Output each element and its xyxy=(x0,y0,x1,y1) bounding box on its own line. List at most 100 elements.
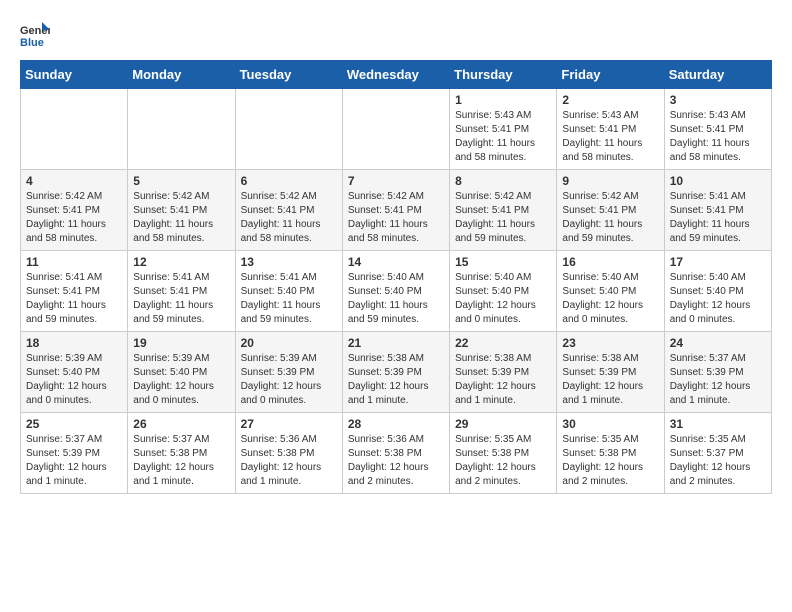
calendar-cell xyxy=(21,89,128,170)
calendar-week-row: 25Sunrise: 5:37 AM Sunset: 5:39 PM Dayli… xyxy=(21,413,772,494)
day-number: 21 xyxy=(348,336,444,350)
day-info: Sunrise: 5:38 AM Sunset: 5:39 PM Dayligh… xyxy=(562,352,658,408)
day-number: 3 xyxy=(670,93,766,107)
day-info: Sunrise: 5:43 AM Sunset: 5:41 PM Dayligh… xyxy=(670,109,766,165)
logo: GeneralBlue xyxy=(20,20,50,50)
day-number: 10 xyxy=(670,174,766,188)
day-info: Sunrise: 5:43 AM Sunset: 5:41 PM Dayligh… xyxy=(562,109,658,165)
day-number: 28 xyxy=(348,417,444,431)
calendar-cell xyxy=(128,89,235,170)
day-number: 27 xyxy=(241,417,337,431)
calendar-cell: 14 Sunrise: 5:40 AM Sunset: 5:40 PM Dayli… xyxy=(342,251,449,332)
calendar-cell: 28Sunrise: 5:36 AM Sunset: 5:38 PM Dayli… xyxy=(342,413,449,494)
weekday-header-wednesday: Wednesday xyxy=(342,61,449,89)
calendar-cell: 20 Sunrise: 5:39 AM Sunset: 5:39 PM Dayli… xyxy=(235,332,342,413)
day-info: Sunrise: 5:39 AM Sunset: 5:40 PM Dayligh… xyxy=(26,352,122,408)
day-number: 30 xyxy=(562,417,658,431)
weekday-header-sunday: Sunday xyxy=(21,61,128,89)
day-number: 22 xyxy=(455,336,551,350)
weekday-header-friday: Friday xyxy=(557,61,664,89)
day-number: 14 xyxy=(348,255,444,269)
calendar-cell: 19 Sunrise: 5:39 AM Sunset: 5:40 PM Dayli… xyxy=(128,332,235,413)
day-number: 29 xyxy=(455,417,551,431)
day-info: Sunrise: 5:42 AM Sunset: 5:41 PM Dayligh… xyxy=(133,190,229,246)
calendar-cell: 8Sunrise: 5:42 AM Sunset: 5:41 PM Daylig… xyxy=(450,170,557,251)
weekday-header-saturday: Saturday xyxy=(664,61,771,89)
day-number: 18 xyxy=(26,336,122,350)
day-number: 5 xyxy=(133,174,229,188)
calendar-cell: 24 Sunrise: 5:37 AM Sunset: 5:39 PM Dayli… xyxy=(664,332,771,413)
calendar-cell: 5 Sunrise: 5:42 AM Sunset: 5:41 PM Daylig… xyxy=(128,170,235,251)
calendar-table: SundayMondayTuesdayWednesdayThursdayFrid… xyxy=(20,60,772,494)
weekday-header-thursday: Thursday xyxy=(450,61,557,89)
day-info: Sunrise: 5:40 AM Sunset: 5:40 PM Dayligh… xyxy=(670,271,766,327)
day-info: Sunrise: 5:35 AM Sunset: 5:37 PM Dayligh… xyxy=(670,433,766,489)
day-info: Sunrise: 5:35 AM Sunset: 5:38 PM Dayligh… xyxy=(455,433,551,489)
calendar-cell: 3 Sunrise: 5:43 AM Sunset: 5:41 PM Daylig… xyxy=(664,89,771,170)
calendar-cell: 30Sunrise: 5:35 AM Sunset: 5:38 PM Dayli… xyxy=(557,413,664,494)
calendar-cell: 23 Sunrise: 5:38 AM Sunset: 5:39 PM Dayli… xyxy=(557,332,664,413)
calendar-week-row: 18 Sunrise: 5:39 AM Sunset: 5:40 PM Dayli… xyxy=(21,332,772,413)
day-info: Sunrise: 5:36 AM Sunset: 5:38 PM Dayligh… xyxy=(241,433,337,489)
calendar-cell: 10 Sunrise: 5:41 AM Sunset: 5:41 PM Dayli… xyxy=(664,170,771,251)
day-info: Sunrise: 5:40 AM Sunset: 5:40 PM Dayligh… xyxy=(562,271,658,327)
calendar-cell: 16Sunrise: 5:40 AM Sunset: 5:40 PM Dayli… xyxy=(557,251,664,332)
calendar-cell: 9 Sunrise: 5:42 AM Sunset: 5:41 PM Daylig… xyxy=(557,170,664,251)
day-number: 7 xyxy=(348,174,444,188)
day-info: Sunrise: 5:39 AM Sunset: 5:39 PM Dayligh… xyxy=(241,352,337,408)
calendar-cell: 6 Sunrise: 5:42 AM Sunset: 5:41 PM Daylig… xyxy=(235,170,342,251)
day-number: 1 xyxy=(455,93,551,107)
day-number: 23 xyxy=(562,336,658,350)
calendar-cell: 4 Sunrise: 5:42 AM Sunset: 5:41 PM Daylig… xyxy=(21,170,128,251)
day-number: 11 xyxy=(26,255,122,269)
day-number: 12 xyxy=(133,255,229,269)
day-info: Sunrise: 5:37 AM Sunset: 5:39 PM Dayligh… xyxy=(670,352,766,408)
day-info: Sunrise: 5:42 AM Sunset: 5:41 PM Dayligh… xyxy=(241,190,337,246)
day-info: Sunrise: 5:41 AM Sunset: 5:40 PM Dayligh… xyxy=(241,271,337,327)
day-number: 15 xyxy=(455,255,551,269)
day-number: 24 xyxy=(670,336,766,350)
calendar-cell: 1Sunrise: 5:43 AM Sunset: 5:41 PM Daylig… xyxy=(450,89,557,170)
calendar-cell xyxy=(342,89,449,170)
day-number: 19 xyxy=(133,336,229,350)
page-header: GeneralBlue xyxy=(20,20,772,50)
day-info: Sunrise: 5:41 AM Sunset: 5:41 PM Dayligh… xyxy=(133,271,229,327)
calendar-week-row: 4 Sunrise: 5:42 AM Sunset: 5:41 PM Daylig… xyxy=(21,170,772,251)
day-info: Sunrise: 5:39 AM Sunset: 5:40 PM Dayligh… xyxy=(133,352,229,408)
logo-icon: GeneralBlue xyxy=(20,20,50,50)
day-info: Sunrise: 5:42 AM Sunset: 5:41 PM Dayligh… xyxy=(26,190,122,246)
calendar-cell: 11 Sunrise: 5:41 AM Sunset: 5:41 PM Dayli… xyxy=(21,251,128,332)
day-number: 2 xyxy=(562,93,658,107)
calendar-cell: 2 Sunrise: 5:43 AM Sunset: 5:41 PM Daylig… xyxy=(557,89,664,170)
day-info: Sunrise: 5:37 AM Sunset: 5:38 PM Dayligh… xyxy=(133,433,229,489)
calendar-cell: 25Sunrise: 5:37 AM Sunset: 5:39 PM Dayli… xyxy=(21,413,128,494)
calendar-cell: 17 Sunrise: 5:40 AM Sunset: 5:40 PM Dayli… xyxy=(664,251,771,332)
day-number: 25 xyxy=(26,417,122,431)
day-number: 26 xyxy=(133,417,229,431)
day-info: Sunrise: 5:42 AM Sunset: 5:41 PM Dayligh… xyxy=(562,190,658,246)
day-number: 17 xyxy=(670,255,766,269)
day-number: 6 xyxy=(241,174,337,188)
calendar-week-row: 11 Sunrise: 5:41 AM Sunset: 5:41 PM Dayli… xyxy=(21,251,772,332)
day-number: 9 xyxy=(562,174,658,188)
calendar-cell: 18 Sunrise: 5:39 AM Sunset: 5:40 PM Dayli… xyxy=(21,332,128,413)
weekday-header-row: SundayMondayTuesdayWednesdayThursdayFrid… xyxy=(21,61,772,89)
calendar-cell: 29 Sunrise: 5:35 AM Sunset: 5:38 PM Dayli… xyxy=(450,413,557,494)
day-number: 4 xyxy=(26,174,122,188)
calendar-cell: 13Sunrise: 5:41 AM Sunset: 5:40 PM Dayli… xyxy=(235,251,342,332)
calendar-cell: 27 Sunrise: 5:36 AM Sunset: 5:38 PM Dayli… xyxy=(235,413,342,494)
day-number: 20 xyxy=(241,336,337,350)
day-info: Sunrise: 5:41 AM Sunset: 5:41 PM Dayligh… xyxy=(26,271,122,327)
calendar-week-row: 1 Sunrise: 5:43 AM Sunset: 5:41 PM Daylig… xyxy=(21,89,772,170)
day-info: Sunrise: 5:41 AM Sunset: 5:41 PM Dayligh… xyxy=(670,190,766,246)
day-number: 8 xyxy=(455,174,551,188)
calendar-cell: 7 Sunrise: 5:42 AM Sunset: 5:41 PM Daylig… xyxy=(342,170,449,251)
calendar-cell: 15Sunrise: 5:40 AM Sunset: 5:40 PM Dayli… xyxy=(450,251,557,332)
day-info: Sunrise: 5:38 AM Sunset: 5:39 PM Dayligh… xyxy=(455,352,551,408)
svg-text:Blue: Blue xyxy=(20,37,44,49)
day-info: Sunrise: 5:40 AM Sunset: 5:40 PM Dayligh… xyxy=(348,271,444,327)
day-info: Sunrise: 5:38 AM Sunset: 5:39 PM Dayligh… xyxy=(348,352,444,408)
day-info: Sunrise: 5:42 AM Sunset: 5:41 PM Dayligh… xyxy=(348,190,444,246)
calendar-cell: 31 Sunrise: 5:35 AM Sunset: 5:37 PM Dayli… xyxy=(664,413,771,494)
day-number: 31 xyxy=(670,417,766,431)
